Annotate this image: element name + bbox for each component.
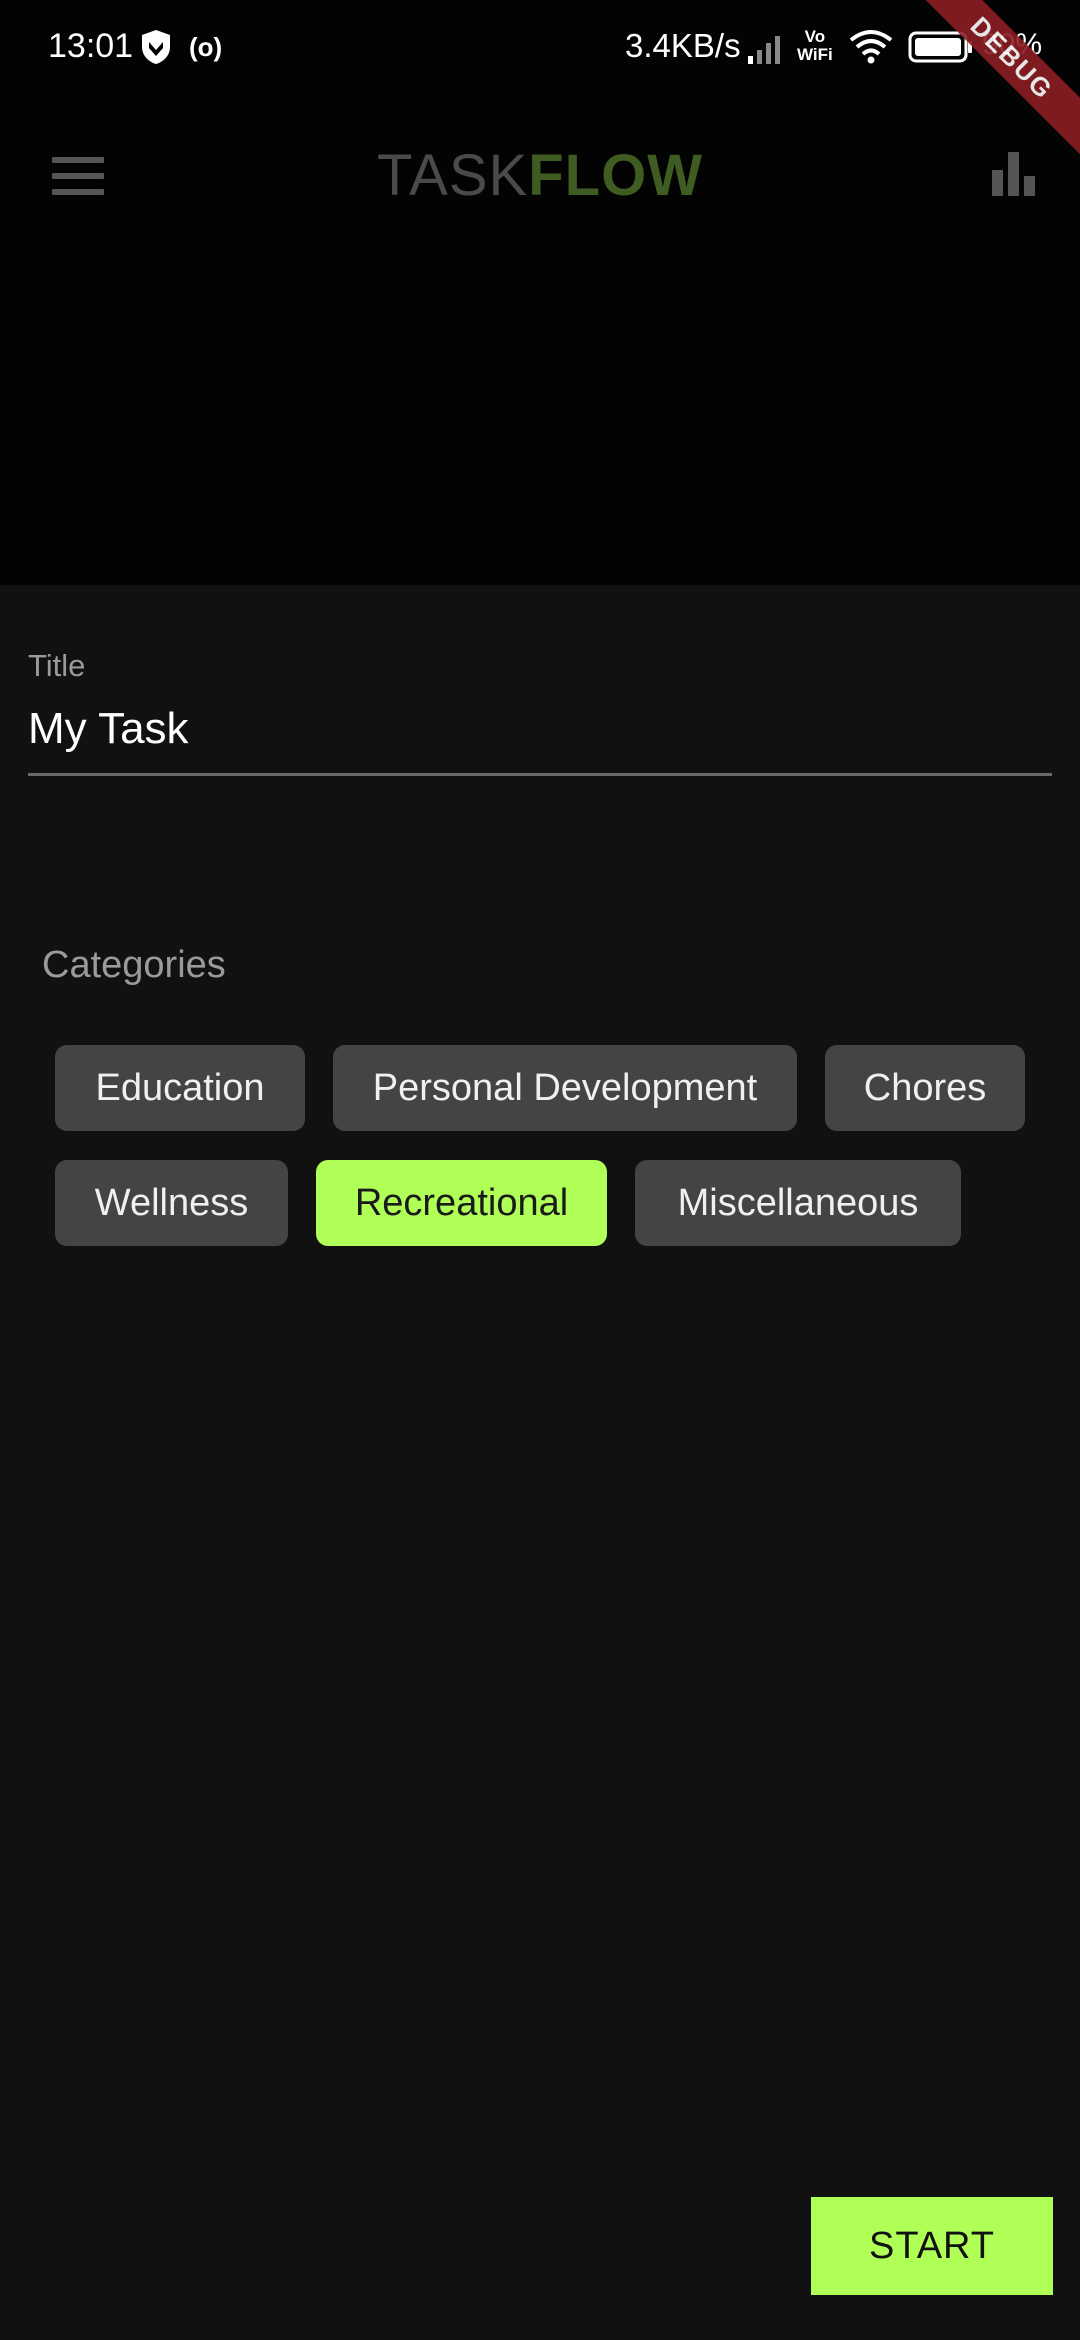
app-title: TASKFLOW [0,142,1080,209]
category-chip-wellness[interactable]: Wellness [55,1160,288,1246]
category-chip-chores[interactable]: Chores [825,1045,1025,1131]
vowifi-top: Vo [804,27,826,46]
net-speed: 3.4KB/s [625,27,741,64]
title-label: Title [28,648,86,683]
bar-chart-icon[interactable] [990,150,1038,196]
screen: 13:01 (o) 3.4KB/s Vo WiFi DEBUG TASKFLOW… [0,0,1080,2340]
categories-label: Categories [42,944,226,986]
wifi-icon [849,30,893,64]
radio-icon: (o) [189,32,223,62]
app-title-task: TASK [377,143,529,208]
shield-icon [142,30,170,64]
app-title-flow: FLOW [528,143,703,208]
status-bar: 13:01 (o) 3.4KB/s Vo WiFi [0,0,1080,96]
title-input[interactable] [28,684,1052,776]
status-time: 13:01 [48,27,134,65]
vowifi-bottom: WiFi [797,45,833,64]
vowifi-indicator: Vo WiFi [797,28,833,64]
app-bar: TASKFLOW [0,120,1080,230]
header-area: 13:01 (o) 3.4KB/s Vo WiFi DEBUG TASKFLOW [0,0,1080,585]
category-chip-miscellaneous[interactable]: Miscellaneous [635,1160,961,1246]
category-chip-recreational[interactable]: Recreational [316,1160,607,1246]
signal-icon [748,36,780,64]
start-button[interactable]: START [811,2197,1053,2295]
category-chip-personal-development[interactable]: Personal Development [333,1045,797,1131]
category-chip-education[interactable]: Education [55,1045,305,1131]
